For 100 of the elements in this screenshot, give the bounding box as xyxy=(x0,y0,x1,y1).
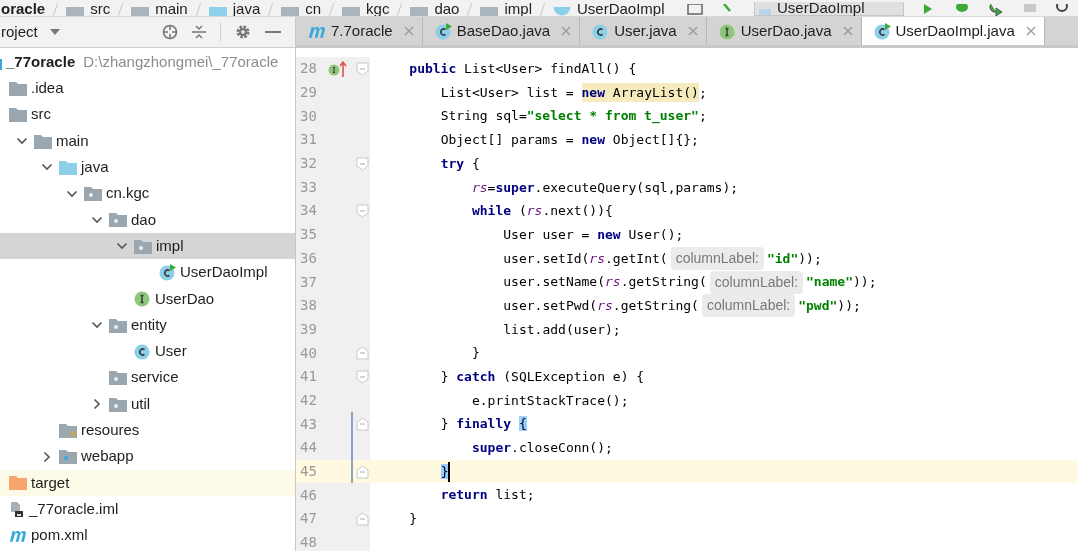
tree-item[interactable]: UserDao xyxy=(0,285,295,312)
package-icon xyxy=(109,396,127,412)
tree-item[interactable]: User xyxy=(0,338,295,365)
tree-item-label: _77oracle.iml xyxy=(29,498,119,519)
project-path: D:\zhangzhongmei\_77oracle xyxy=(83,51,279,72)
tree-item[interactable]: service xyxy=(0,364,295,391)
tree-item-label: dao xyxy=(131,209,157,230)
line-number: 31 xyxy=(300,130,318,150)
runnable-class-icon xyxy=(159,264,176,281)
breadcrumb-item[interactable]: cn xyxy=(305,1,322,16)
collapse-all-icon[interactable] xyxy=(192,24,206,40)
tree-item[interactable]: java xyxy=(0,154,295,181)
tree-item-label: src xyxy=(31,104,51,125)
line-number: 36 xyxy=(300,248,318,268)
project-view-dropdown[interactable]: roject xyxy=(1,20,60,44)
tree-item[interactable]: src xyxy=(0,101,295,128)
code-line: user.setPwd(rs.getString( columnLabel: "pwd")); xyxy=(503,294,861,318)
close-icon[interactable] xyxy=(1025,26,1036,36)
tree-item[interactable]: _77oracle D:\zhangzhongmei\_77oracle xyxy=(0,49,295,76)
tree-item-label: pom.xml xyxy=(31,525,88,546)
breadcrumb-item[interactable]: main xyxy=(155,1,188,16)
code-line: } xyxy=(471,344,480,363)
class-icon xyxy=(134,342,151,360)
editor-tab[interactable]: UserDaoImpl.java xyxy=(861,17,1045,45)
tree-item-label: util xyxy=(131,393,151,414)
tree-item[interactable]: main xyxy=(0,127,295,155)
code-line: while (rs.next()){ xyxy=(471,202,613,221)
tree-item-label: target xyxy=(31,472,70,493)
line-number: 48 xyxy=(300,533,318,551)
close-icon[interactable] xyxy=(687,26,698,36)
web-folder-icon xyxy=(59,449,77,465)
change-marker[interactable] xyxy=(351,412,353,436)
fold-start-icon[interactable] xyxy=(356,61,369,76)
tree-item[interactable]: cn.kgc xyxy=(0,180,295,207)
line-number: 30 xyxy=(300,106,318,126)
line-number: 41 xyxy=(300,367,318,387)
package-icon xyxy=(109,212,127,228)
code-line: e.printStackTrace(); xyxy=(471,391,629,410)
line-number: 40 xyxy=(300,343,318,363)
breadcrumb-item[interactable]: src xyxy=(90,1,111,16)
tree-item[interactable]: UserDaoImpl xyxy=(0,259,295,286)
interface-icon xyxy=(134,290,151,308)
fold-end-icon[interactable] xyxy=(356,511,369,526)
breadcrumb-item[interactable]: oracle xyxy=(1,1,46,16)
tree-item-label: entity xyxy=(131,314,167,335)
class-icon xyxy=(553,7,571,16)
tree-item-label: UserDao xyxy=(155,288,215,309)
package-icon xyxy=(109,370,127,386)
tree-item-label: _77oracle xyxy=(6,51,76,72)
tree-item[interactable]: util xyxy=(0,390,295,418)
fold-end-icon[interactable] xyxy=(356,464,369,479)
tree-item[interactable]: entity xyxy=(0,311,295,339)
folder-icon xyxy=(34,133,52,149)
fold-end-icon[interactable] xyxy=(356,417,369,432)
fold-end-icon[interactable] xyxy=(356,346,369,361)
line-number: 42 xyxy=(300,390,318,410)
line-number: 44 xyxy=(300,438,318,458)
tree-item[interactable]: impl xyxy=(0,233,295,260)
code-line: public List<User> findAll() { xyxy=(409,60,637,79)
fold-start-icon[interactable] xyxy=(356,203,369,218)
tree-item[interactable]: .idea xyxy=(0,75,295,102)
package-icon xyxy=(109,317,127,333)
build-icon[interactable] xyxy=(686,4,706,16)
line-number: 34 xyxy=(300,201,318,221)
run-config-dropdown[interactable]: UserDaoImpl xyxy=(754,2,904,16)
code-line: } xyxy=(409,510,418,529)
tree-item[interactable]: webapp xyxy=(0,443,295,470)
code-line: User user = new User(); xyxy=(503,225,684,244)
line-number: 35 xyxy=(300,225,318,245)
tree-item-label: .idea xyxy=(31,78,64,99)
maven-icon xyxy=(9,528,27,543)
tree-item[interactable]: target xyxy=(0,469,295,497)
breadcrumb-item[interactable]: dao xyxy=(434,1,460,16)
tree-item-label: cn.kgc xyxy=(106,183,150,204)
minimize-icon[interactable] xyxy=(265,30,281,34)
line-number: 32 xyxy=(300,154,318,174)
tree-item[interactable]: resoures xyxy=(0,417,295,444)
tree-item[interactable]: pom.xml xyxy=(0,522,295,549)
class-icon xyxy=(592,22,610,40)
code-line: try { xyxy=(440,154,480,173)
chevron-right-icon[interactable] xyxy=(41,450,53,463)
tree-item[interactable]: dao xyxy=(0,206,295,234)
chevron-right-icon[interactable] xyxy=(91,398,103,410)
folder-icon xyxy=(9,475,27,491)
change-marker[interactable] xyxy=(351,459,353,484)
close-icon[interactable] xyxy=(842,26,853,36)
close-icon[interactable] xyxy=(561,26,572,36)
folder-icon xyxy=(66,7,85,16)
tree-item[interactable]: _77oracle.iml xyxy=(0,496,295,523)
code-line: } finally { xyxy=(440,415,527,434)
settings-icon[interactable] xyxy=(235,24,251,40)
fold-start-icon[interactable] xyxy=(356,369,369,384)
locate-icon[interactable] xyxy=(162,24,178,40)
change-marker[interactable] xyxy=(351,436,353,460)
code-line: user.setId(rs.getInt( columnLabel: "id")); xyxy=(503,246,822,270)
close-icon[interactable] xyxy=(403,26,414,36)
fold-start-icon[interactable] xyxy=(356,156,369,171)
runnable-class-icon xyxy=(873,22,891,40)
implements-icon[interactable] xyxy=(328,59,348,78)
tree-item-label: resoures xyxy=(81,420,140,441)
